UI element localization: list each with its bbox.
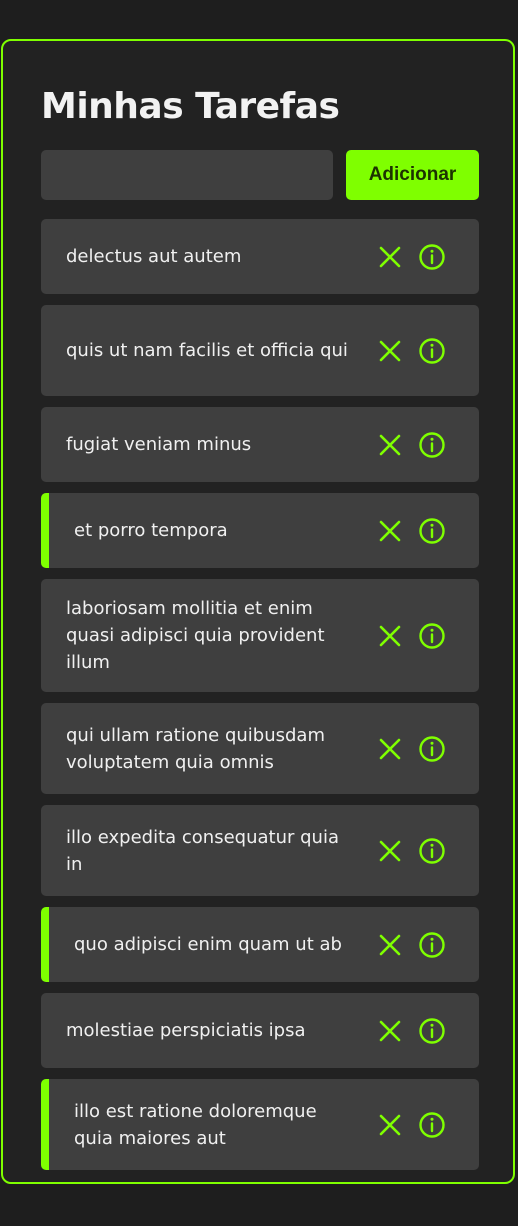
task-item[interactable]: qui ullam ratione quibusdam voluptatem q… [41,703,479,794]
close-icon[interactable] [375,930,405,960]
todo-card: Minhas Tarefas Adicionar delectus aut au… [1,39,515,1184]
task-title: illo est ratione doloremque quia maiores… [74,1100,317,1149]
task-title: fugiat veniam minus [66,434,252,455]
task-actions [375,516,447,546]
task-item[interactable]: laboriosam mollitia et enim quasi adipis… [41,579,479,692]
task-title: illo expedita consequatur quia in [66,826,339,875]
close-icon[interactable] [375,621,405,651]
close-icon[interactable] [375,336,405,366]
task-item-completed[interactable]: quo adipisci enim quam ut ab [41,907,479,982]
info-icon[interactable] [417,336,447,366]
task-actions [375,1016,447,1046]
task-actions [375,336,447,366]
info-icon[interactable] [417,930,447,960]
info-icon[interactable] [417,1110,447,1140]
task-actions [375,836,447,866]
info-icon[interactable] [417,621,447,651]
task-actions [375,930,447,960]
task-title: delectus aut autem [66,246,242,267]
task-actions [375,734,447,764]
task-item[interactable]: quis ut nam facilis et officia qui [41,305,479,396]
task-item[interactable]: delectus aut autem [41,219,479,294]
page-title: Minhas Tarefas [41,86,340,127]
task-actions [375,1110,447,1140]
task-item[interactable]: illo expedita consequatur quia in [41,805,479,896]
info-icon[interactable] [417,836,447,866]
info-icon[interactable] [417,516,447,546]
close-icon[interactable] [375,1016,405,1046]
task-actions [375,621,447,651]
task-title: molestiae perspiciatis ipsa [66,1020,306,1041]
task-title: quis ut nam facilis et officia qui [66,340,348,361]
task-title: qui ullam ratione quibusdam voluptatem q… [66,724,325,773]
close-icon[interactable] [375,242,405,272]
close-icon[interactable] [375,734,405,764]
task-list: delectus aut autem quis ut nam facilis e… [41,219,479,1181]
info-icon[interactable] [417,734,447,764]
task-item[interactable]: molestiae perspiciatis ipsa [41,993,479,1068]
task-input[interactable] [41,150,333,200]
close-icon[interactable] [375,430,405,460]
info-icon[interactable] [417,430,447,460]
info-icon[interactable] [417,242,447,272]
task-title: et porro tempora [74,520,228,541]
add-button[interactable]: Adicionar [346,150,479,200]
task-item-completed[interactable]: et porro tempora [41,493,479,568]
task-title: laboriosam mollitia et enim quasi adipis… [66,598,325,673]
close-icon[interactable] [375,1110,405,1140]
task-item[interactable]: fugiat veniam minus [41,407,479,482]
close-icon[interactable] [375,516,405,546]
info-icon[interactable] [417,1016,447,1046]
task-actions [375,242,447,272]
task-item-completed[interactable]: illo est ratione doloremque quia maiores… [41,1079,479,1170]
task-title: quo adipisci enim quam ut ab [74,934,342,955]
close-icon[interactable] [375,836,405,866]
add-task-form: Adicionar [41,150,479,200]
task-actions [375,430,447,460]
